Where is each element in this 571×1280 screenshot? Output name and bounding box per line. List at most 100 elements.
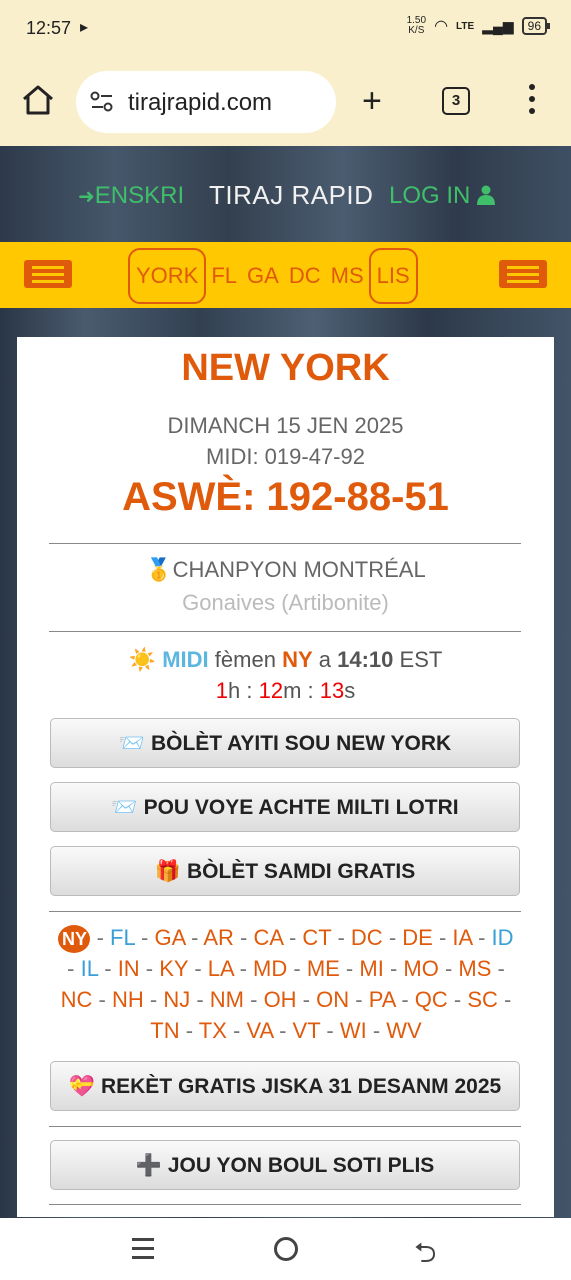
separator: - xyxy=(320,1018,340,1043)
state-link-id[interactable]: ID xyxy=(492,925,514,950)
bolet-ayiti-button[interactable]: 📨 BÒLÈT AYITI SOU NEW YORK xyxy=(50,718,520,768)
state-link-wi[interactable]: WI xyxy=(340,1018,367,1043)
status-time: 12:57 xyxy=(26,18,72,38)
separator: - xyxy=(272,1018,293,1043)
state-link-dc[interactable]: DC xyxy=(351,925,383,950)
login-link[interactable]: LOG IN xyxy=(389,182,496,210)
site-settings-icon[interactable] xyxy=(90,91,114,113)
state-link-il[interactable]: IL xyxy=(81,956,99,981)
state-link-nm[interactable]: NM xyxy=(210,987,244,1012)
state-link-pa[interactable]: PA xyxy=(369,987,396,1012)
separator: - xyxy=(244,987,264,1012)
nav-item-ms[interactable]: MS xyxy=(326,249,369,303)
state-link-md[interactable]: MD xyxy=(253,956,287,981)
state-link-ky[interactable]: KY xyxy=(159,956,188,981)
back-icon[interactable]: ⮌ xyxy=(414,1232,436,1280)
state-link-oh[interactable]: OH xyxy=(264,987,297,1012)
address-bar[interactable]: tirajrapid.com xyxy=(76,71,336,133)
medal-icon: 🥇 xyxy=(145,557,173,582)
divider xyxy=(49,911,521,912)
register-link[interactable]: ➜ENSKRI xyxy=(78,182,184,210)
state-link-mo[interactable]: MO xyxy=(403,956,438,981)
nav-item-dc[interactable]: DC xyxy=(284,249,326,303)
champion-label: 🥇CHANPYON MONTRÉAL xyxy=(17,557,554,583)
separator: - xyxy=(366,1018,387,1043)
champion-text: CHANPYON MONTRÉAL xyxy=(172,557,426,582)
state-links: NY - FL - GA - AR - CA - CT - DC - DE - … xyxy=(53,922,519,1046)
state-link-qc[interactable]: QC xyxy=(415,987,448,1012)
draw-text: fèmen xyxy=(214,647,276,672)
state-link-tn[interactable]: TN xyxy=(150,1018,179,1043)
left-menu-icon[interactable] xyxy=(24,260,72,288)
speed-unit: K/S xyxy=(408,25,425,36)
countdown-hours: 1 xyxy=(215,678,229,703)
state-link-wv[interactable]: WV xyxy=(386,1018,421,1043)
nav-item-york[interactable]: YORK xyxy=(128,248,207,304)
state-link-va[interactable]: VA xyxy=(246,1018,273,1043)
state-link-la[interactable]: LA xyxy=(208,956,234,981)
more-menu-icon[interactable] xyxy=(528,84,536,118)
state-link-sc[interactable]: SC xyxy=(467,987,498,1012)
state-link-de[interactable]: DE xyxy=(402,925,433,950)
separator: - xyxy=(98,956,118,981)
state-title: NEW YORK xyxy=(181,347,390,389)
status-bar: 12:57 ▸ 1.50 K/S ◠ LTE ▂▄▆ 96 xyxy=(0,0,571,58)
right-menu-icon[interactable] xyxy=(499,260,547,288)
next-draw: ☀️ MIDI fèmen NY a 14:10 EST xyxy=(17,647,554,673)
bolet-samdi-button[interactable]: 🎁 BÒLÈT SAMDI GRATIS xyxy=(50,846,520,896)
new-tab-button[interactable]: + xyxy=(362,84,382,118)
state-link-on[interactable]: ON xyxy=(316,987,349,1012)
state-link-ct[interactable]: CT xyxy=(302,925,331,950)
separator: - xyxy=(349,987,369,1012)
nav-item-fl[interactable]: FL xyxy=(206,249,242,303)
state-link-me[interactable]: ME xyxy=(307,956,340,981)
separator: - xyxy=(134,925,155,950)
separator: - xyxy=(497,987,512,1012)
result-card: NEW YORK DIMANCH 15 JEN 2025 MIDI: 019-4… xyxy=(17,337,554,1217)
recent-apps-icon[interactable] xyxy=(132,1238,154,1265)
url-text[interactable]: tirajrapid.com xyxy=(128,89,272,117)
state-link-ar[interactable]: AR xyxy=(203,925,234,950)
button-label: POU VOYE ACHTE MILTI LOTRI xyxy=(143,796,459,819)
countdown-minutes: 12 xyxy=(258,678,284,703)
battery-icon: 96 xyxy=(521,17,551,35)
home-nav-icon[interactable] xyxy=(274,1237,298,1261)
tab-switcher-button[interactable]: 3 xyxy=(442,87,470,115)
state-link-nh[interactable]: NH xyxy=(112,987,144,1012)
state-link-ms[interactable]: MS xyxy=(458,956,491,981)
state-link-in[interactable]: IN xyxy=(118,956,140,981)
state-link-ia[interactable]: IA xyxy=(452,925,472,950)
state-link-nc[interactable]: NC xyxy=(61,987,93,1012)
separator: - xyxy=(395,987,415,1012)
state-link-ga[interactable]: GA xyxy=(154,925,185,950)
sun-icon: ☀️ xyxy=(128,647,157,672)
nav-item-lis[interactable]: LIS xyxy=(368,248,418,304)
state-link-mi[interactable]: MI xyxy=(359,956,383,981)
draw-timezone: EST xyxy=(399,647,443,672)
separator: - xyxy=(143,987,164,1012)
jou-boul-button[interactable]: ➕ JOU YON BOUL SOTI PLIS xyxy=(50,1140,520,1190)
countdown: 1h : 12m : 13s xyxy=(215,678,356,703)
separator: - xyxy=(447,987,468,1012)
site-brand[interactable]: TIRAJ RAPID xyxy=(209,180,373,211)
home-icon[interactable] xyxy=(20,82,56,118)
lte-label: LTE xyxy=(456,20,475,32)
nav-item-ga[interactable]: GA xyxy=(242,249,284,303)
state-link-ca[interactable]: CA xyxy=(254,925,283,950)
separator: - xyxy=(185,925,204,950)
reket-gratis-button[interactable]: 💝 REKÈT GRATIS JISKA 31 DESANM 2025 xyxy=(50,1061,520,1111)
state-link-current[interactable]: NY xyxy=(58,925,91,953)
button-label: REKÈT GRATIS JISKA 31 DESANM 2025 xyxy=(100,1075,502,1098)
draw-text-a: a xyxy=(318,647,331,672)
state-link-vt[interactable]: VT xyxy=(293,1018,321,1043)
divider xyxy=(49,1126,521,1127)
state-link-tx[interactable]: TX xyxy=(199,1018,227,1043)
state-link-fl[interactable]: FL xyxy=(110,925,135,950)
state-link-nj[interactable]: NJ xyxy=(163,987,190,1012)
divider xyxy=(49,1204,521,1205)
separator: - xyxy=(432,925,453,950)
divider xyxy=(49,631,521,632)
milti-lotri-button[interactable]: 📨 POU VOYE ACHTE MILTI LOTRI xyxy=(50,782,520,832)
separator: - xyxy=(282,925,303,950)
network-speed: 1.50 K/S xyxy=(407,16,426,36)
